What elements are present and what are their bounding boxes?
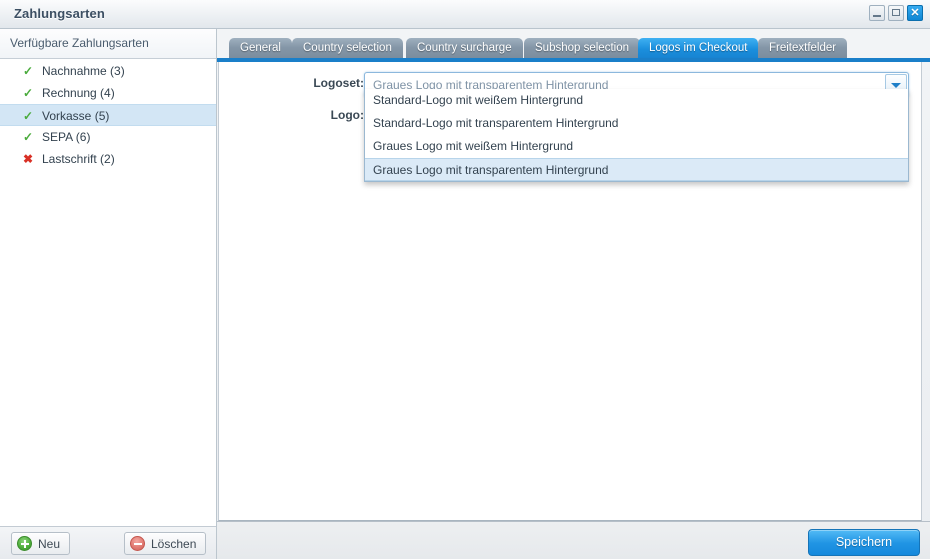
check-icon: ✓ [22,64,34,78]
window-controls: ✕ [869,5,923,21]
footer-toolbar: Speichern [217,521,930,559]
list-item-label: Nachnahme (3) [42,64,125,78]
payment-methods-list: ✓ Nachnahme (3) ✓ Rechnung (4) ✓ Vorkass… [0,60,216,525]
delete-button-label: Löschen [151,536,197,551]
list-item-nachnahme[interactable]: ✓ Nachnahme (3) [0,60,216,82]
list-item-vorkasse[interactable]: ✓ Vorkasse (5) [0,104,216,126]
dropdown-option-grey-transparent[interactable]: Graues Logo mit transparentem Hintergrun… [365,158,908,181]
minimize-button[interactable] [869,5,885,21]
chevron-down-icon [891,83,901,88]
list-item-rechnung[interactable]: ✓ Rechnung (4) [0,82,216,104]
sidebar: Verfügbare Zahlungsarten ✓ Nachnahme (3)… [0,29,217,559]
close-icon: ✕ [910,7,920,19]
tab-subshop-selection[interactable]: Subshop selection [524,38,640,58]
sidebar-header: Verfügbare Zahlungsarten [0,29,216,59]
list-item-lastschrift[interactable]: ✖ Lastschrift (2) [0,148,216,170]
minimize-icon [873,15,881,17]
logoset-dropdown-list: Standard-Logo mit weißem Hintergrund Sta… [364,89,909,182]
check-icon: ✓ [22,109,34,123]
sidebar-toolbar: Neu Löschen [0,526,216,559]
list-item-label: Vorkasse (5) [42,109,110,123]
window-title: Zahlungsarten [14,6,105,21]
check-icon: ✓ [22,86,34,100]
maximize-button[interactable] [888,5,904,21]
plus-circle-icon [17,536,32,551]
check-icon: ✓ [22,130,34,144]
main-panel: General Country selection Country surcha… [217,29,930,559]
list-item-sepa[interactable]: ✓ SEPA (6) [0,126,216,148]
logo-label: Logo: [330,108,364,122]
delete-button[interactable]: Löschen [124,532,207,555]
close-button[interactable]: ✕ [907,5,923,21]
new-button-label: Neu [38,536,61,551]
list-item-label: SEPA (6) [42,130,91,144]
application-window: Zahlungsarten ✕ Verfügbare Zahlungsarten… [0,0,930,559]
dropdown-option-standard-transparent[interactable]: Standard-Logo mit transparentem Hintergr… [365,112,908,135]
cross-icon: ✖ [22,152,34,166]
sidebar-header-label: Verfügbare Zahlungsarten [10,36,149,50]
tab-country-surcharge[interactable]: Country surcharge [406,38,523,58]
tab-logos-im-checkout[interactable]: Logos im Checkout [638,38,759,58]
minus-circle-icon [130,536,145,551]
tab-content-panel: Logoset: Graues Logo mit transparentem H… [218,62,922,521]
dropdown-option-standard-white[interactable]: Standard-Logo mit weißem Hintergrund [365,89,908,112]
dropdown-option-grey-white[interactable]: Graues Logo mit weißem Hintergrund [365,135,908,158]
tab-freitextfelder[interactable]: Freitextfelder [758,38,848,58]
save-button[interactable]: Speichern [808,529,920,556]
list-item-label: Lastschrift (2) [42,152,115,166]
list-item-label: Rechnung (4) [42,86,115,100]
tab-country-selection[interactable]: Country selection [292,38,403,58]
new-button[interactable]: Neu [11,532,71,555]
maximize-icon [892,9,900,16]
tab-general[interactable]: General [229,38,292,58]
window-titlebar: Zahlungsarten ✕ [0,0,930,29]
tab-strip: General Country selection Country surcha… [217,29,930,58]
logoset-label: Logoset: [313,76,364,90]
